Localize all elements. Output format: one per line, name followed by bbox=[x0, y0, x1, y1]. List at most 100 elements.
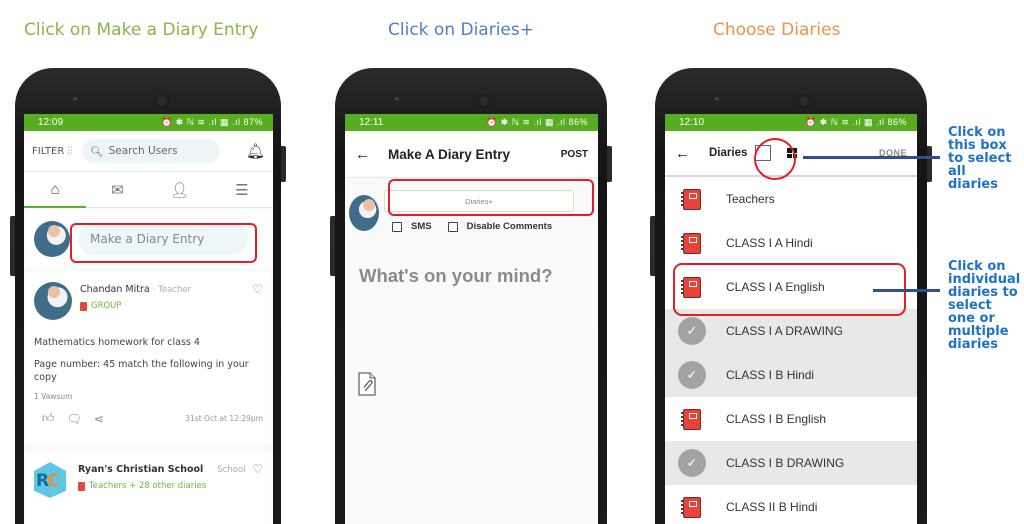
sliders-icon: ⫶⫶ bbox=[67, 145, 73, 157]
attachment-icon[interactable] bbox=[357, 372, 377, 396]
page-title: Diaries bbox=[709, 147, 748, 159]
back-arrow-icon[interactable]: ← bbox=[675, 145, 690, 162]
notebook-icon bbox=[681, 408, 701, 430]
status-icons: ⏰ ✱ ℕ ≋ .ıl ▦ .ıl 86% bbox=[485, 117, 588, 127]
diary-icon bbox=[80, 301, 87, 311]
share-icon[interactable]: ⋖ bbox=[94, 412, 104, 426]
highlight-diary-row bbox=[673, 263, 906, 316]
like-icon[interactable]: 👍︎ bbox=[42, 411, 55, 426]
diary-row[interactable]: Teachers bbox=[665, 177, 917, 221]
diary-list: Teachers CLASS I A Hindi CLASS I A English… bbox=[665, 177, 917, 524]
callout-line-text: diaries bbox=[948, 337, 998, 352]
home-icon: ⌂ bbox=[50, 181, 60, 198]
avatar bbox=[34, 221, 70, 257]
callout-line-select-all bbox=[803, 156, 940, 159]
callout-individual: Click on individual diaries to select one or… bbox=[948, 260, 1020, 351]
bell-icon[interactable]: 🔔︎ bbox=[246, 142, 265, 160]
tab-home[interactable]: ⌂ bbox=[24, 172, 87, 208]
post-group[interactable]: GROUP bbox=[91, 301, 122, 311]
highlight-select-all bbox=[754, 138, 796, 180]
battery-level: 86% bbox=[568, 117, 588, 127]
school-role: School bbox=[217, 465, 246, 475]
status-icons: ⏰ ✱ ℕ ≋ .ıl ▦ .ıl 87% bbox=[160, 117, 263, 127]
status-icons: ⏰ ✱ ℕ ≋ .ıl ▦ .ıl 86% bbox=[804, 117, 907, 127]
feed-tabs: ⌂ ✉ 👤︎ ☰ bbox=[24, 172, 273, 208]
tab-messages[interactable]: ✉ bbox=[86, 172, 148, 207]
compose-text-input[interactable]: What's on your mind? bbox=[359, 265, 553, 287]
status-time: 12:11 bbox=[359, 117, 384, 128]
comment-icon[interactable]: 🗨︎ bbox=[67, 412, 82, 426]
checkmark-icon: ✓ bbox=[678, 361, 706, 389]
highlight-diaries-field bbox=[388, 179, 594, 216]
callout-select-all: Click on this box to select all diaries bbox=[948, 126, 1011, 191]
checkmark-icon: ✓ bbox=[678, 317, 706, 345]
avatar bbox=[349, 195, 379, 231]
diaries-screen: 12:10 ⏰ ✱ ℕ ≋ .ıl ▦ .ıl 86% ← Diaries DO… bbox=[665, 114, 917, 524]
sensor-dot bbox=[395, 97, 399, 101]
sensor-dot bbox=[73, 97, 77, 101]
menu-icon: ☰ bbox=[235, 181, 249, 199]
diary-name: CLASS I B English bbox=[726, 412, 827, 426]
notebook-icon bbox=[681, 232, 701, 254]
diary-row[interactable]: CLASS I B English bbox=[665, 397, 917, 441]
diary-name: CLASS I B DRAWING bbox=[726, 456, 845, 470]
diary-row[interactable]: ✓ CLASS I B DRAWING bbox=[665, 441, 917, 485]
checkbox-box[interactable] bbox=[447, 221, 458, 232]
checkbox-box[interactable] bbox=[392, 221, 402, 232]
back-arrow-icon[interactable]: ← bbox=[355, 146, 370, 163]
heart-icon[interactable]: ♡ bbox=[252, 282, 263, 296]
search-users-input[interactable]: 🔍︎ Search Users bbox=[82, 139, 221, 163]
compose-screen: 12:11 ⏰ ✱ ℕ ≋ .ıl ▦ .ıl 86% ← Make A Dia… bbox=[345, 114, 598, 524]
page-title: Make A Diary Entry bbox=[388, 146, 511, 162]
post-author-role: Teacher bbox=[158, 285, 192, 295]
teacher-icon: 👤︎ bbox=[170, 181, 190, 199]
checkmark-icon: ✓ bbox=[678, 449, 706, 477]
status-bar: 12:10 ⏰ ✱ ℕ ≋ .ıl ▦ .ıl 86% bbox=[665, 114, 917, 131]
compose-app-bar: ← Make A Diary Entry POST bbox=[345, 131, 598, 178]
diary-row[interactable]: CLASS II B Hindi bbox=[665, 485, 917, 524]
status-time: 12:10 bbox=[679, 117, 705, 128]
feed-screen: 12:09 ⏰ ✱ ℕ ≋ .ıl ▦ .ıl 87% FILTER ⫶⫶ 🔍︎… bbox=[24, 114, 273, 524]
front-camera bbox=[155, 94, 169, 108]
heart-icon[interactable]: ♡ bbox=[252, 462, 263, 476]
author-avatar bbox=[34, 282, 72, 320]
mail-icon: ✉ bbox=[111, 181, 124, 199]
callout-line-individual bbox=[873, 289, 940, 292]
step-title-3: Choose Diaries bbox=[713, 20, 841, 40]
step-title-2: Click on Diaries+ bbox=[388, 20, 534, 40]
step-title-1: Click on Make a Diary Entry bbox=[24, 20, 259, 40]
tab-menu[interactable]: ☰ bbox=[211, 172, 273, 207]
post-body: Mathematics homework for class 4 Page nu… bbox=[34, 337, 249, 383]
school-post-card: RC Ryan's Christian School School Teacher… bbox=[26, 452, 271, 524]
post-author[interactable]: Chandan Mitra bbox=[80, 284, 150, 295]
school-logo: RC bbox=[34, 462, 66, 498]
diary-name: CLASS I A Hindi bbox=[726, 236, 813, 250]
battery-level: 87% bbox=[243, 117, 263, 127]
filter-button[interactable]: FILTER ⫶⫶ bbox=[32, 146, 72, 157]
diary-name: CLASS I A DRAWING bbox=[726, 324, 843, 338]
feed-header: FILTER ⫶⫶ 🔍︎ Search Users 🔔︎ bbox=[24, 131, 273, 172]
notebook-icon bbox=[681, 188, 701, 210]
status-time: 12:09 bbox=[38, 117, 64, 128]
notebook-icon bbox=[681, 496, 701, 518]
post-card: Chandan Mitra · Teacher GROUP ♡ Mathemat… bbox=[26, 272, 271, 444]
school-name[interactable]: Ryan's Christian School bbox=[78, 464, 203, 475]
status-bar: 12:11 ⏰ ✱ ℕ ≋ .ıl ▦ .ıl 86% bbox=[345, 114, 598, 131]
disable-comments-checkbox[interactable]: Disable Comments bbox=[447, 221, 552, 232]
search-icon: 🔍︎ bbox=[90, 145, 104, 158]
front-camera bbox=[797, 94, 811, 108]
front-camera bbox=[477, 94, 491, 108]
diary-name: CLASS II B Hindi bbox=[726, 500, 818, 514]
reaction-count: 1 Vawsum bbox=[34, 392, 73, 401]
diary-name: Teachers bbox=[726, 192, 775, 206]
highlight-diary-entry bbox=[70, 223, 257, 263]
sms-checkbox[interactable]: SMS bbox=[392, 221, 432, 232]
diary-icon bbox=[78, 481, 85, 491]
post-button[interactable]: POST bbox=[561, 149, 588, 160]
diary-row[interactable]: ✓ CLASS I B Hindi bbox=[665, 353, 917, 397]
diary-row[interactable]: CLASS I A Hindi bbox=[665, 221, 917, 265]
tab-teachers[interactable]: 👤︎ bbox=[149, 172, 211, 207]
school-post-audience[interactable]: Teachers + 28 other diaries bbox=[89, 481, 206, 491]
diary-name: CLASS I B Hindi bbox=[726, 368, 815, 382]
post-timestamp: 31st Oct at 12:29pm bbox=[185, 414, 263, 423]
